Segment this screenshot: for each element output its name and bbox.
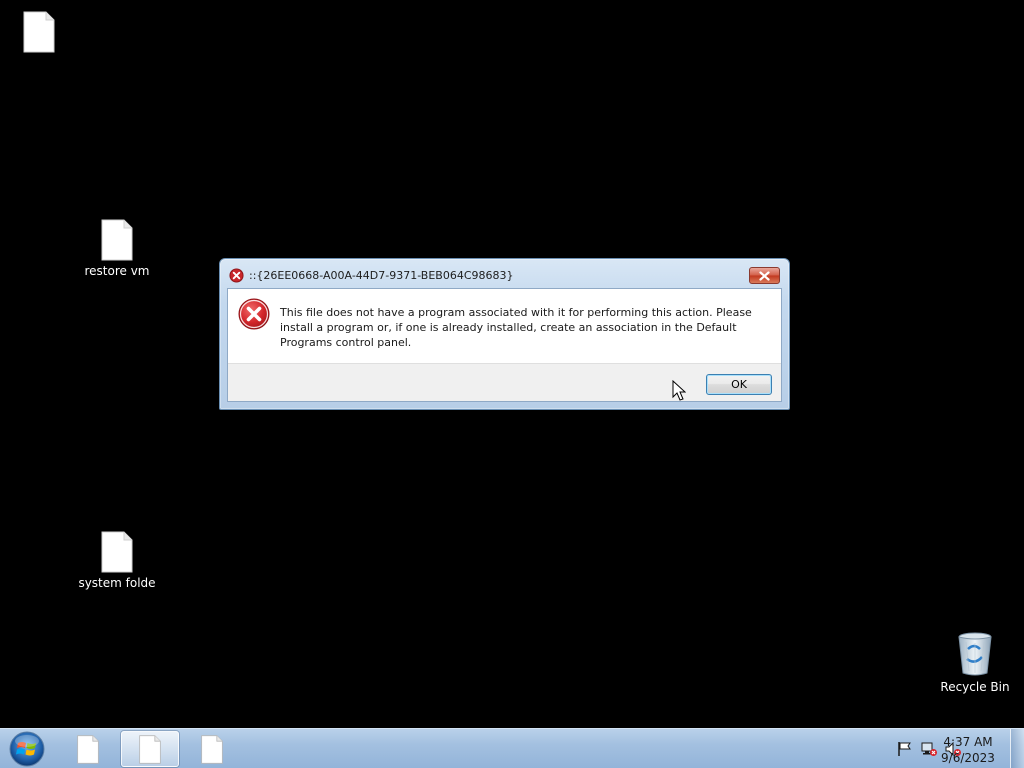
document-icon	[77, 734, 99, 764]
document-icon	[101, 531, 133, 573]
error-icon	[238, 298, 270, 330]
close-button[interactable]	[749, 267, 780, 284]
dialog-content: This file does not have a program associ…	[228, 289, 781, 363]
desktop-icon-restore-vm[interactable]: restore vm	[72, 219, 162, 278]
desktop: restore vm system folde Recycle Bin::{2…	[0, 0, 1024, 768]
show-desktop-button[interactable]	[1010, 729, 1024, 768]
taskbar: 4:37 AM 9/6/2023	[0, 728, 1024, 768]
dialog-titlebar[interactable]: ::{26EE0668-A00A-44D7-9371-BEB064C98683}	[220, 259, 789, 288]
taskbar-button-document-2[interactable]	[121, 731, 179, 767]
desktop-icon-system-folde[interactable]: system folde	[72, 531, 162, 590]
document-icon	[23, 11, 55, 53]
taskbar-button-document-1[interactable]	[59, 731, 117, 767]
document-icon	[139, 734, 161, 764]
dialog-title: ::{26EE0668-A00A-44D7-9371-BEB064C98683}	[249, 269, 514, 282]
error-dialog: ::{26EE0668-A00A-44D7-9371-BEB064C98683}	[219, 258, 790, 410]
dialog-client: This file does not have a program associ…	[227, 288, 782, 402]
dialog-message: This file does not have a program associ…	[280, 306, 752, 349]
error-icon	[229, 268, 244, 283]
mouse-cursor-icon	[672, 380, 686, 401]
clock[interactable]: 4:37 AM 9/6/2023	[938, 734, 998, 766]
desktop-icon-label: Recycle Bin	[940, 680, 1010, 694]
network-disconnected-icon[interactable]	[920, 741, 938, 757]
clock-date: 9/6/2023	[941, 751, 995, 765]
desktop-icon-label: restore vm	[84, 264, 150, 278]
desktop-icon-recycle-bin[interactable]: Recycle Bin	[930, 631, 1020, 694]
ok-button[interactable]: OK	[706, 374, 772, 395]
taskbar-button-document-3[interactable]	[183, 731, 241, 767]
document-icon	[201, 734, 223, 764]
close-icon	[759, 270, 770, 281]
action-center-flag-icon[interactable]	[896, 741, 914, 757]
desktop-icon-document[interactable]	[0, 11, 84, 56]
clock-time: 4:37 AM	[943, 735, 993, 749]
recycle-bin-icon	[958, 632, 992, 676]
document-icon	[101, 219, 133, 261]
start-button[interactable]	[7, 730, 47, 768]
desktop-icon-label: system folde	[78, 576, 156, 590]
dialog-footer: OK	[228, 363, 781, 401]
